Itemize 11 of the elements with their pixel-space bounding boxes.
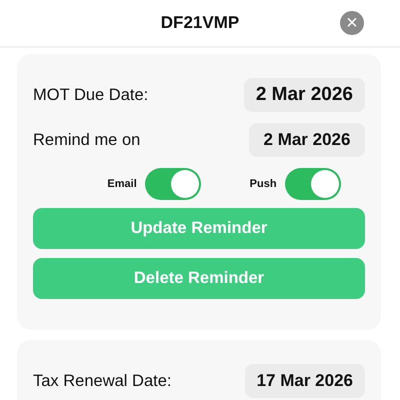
toggle-label: Email [107,176,137,192]
date-field[interactable]: 2 Mar 2026 [244,78,365,112]
date-label: Remind me on [33,130,140,151]
date-field[interactable]: 2 Mar 2026 [249,123,365,157]
page-title: DF21VMP [160,12,240,34]
toggle-switch[interactable] [284,168,341,200]
toggle-switch[interactable] [144,168,201,200]
date-field[interactable]: 17 Mar 2026 [244,364,365,398]
date-label: MOT Due Date: [33,84,148,106]
toggle-label: Push [250,176,277,192]
date-label: Tax Renewal Date: [33,370,172,392]
